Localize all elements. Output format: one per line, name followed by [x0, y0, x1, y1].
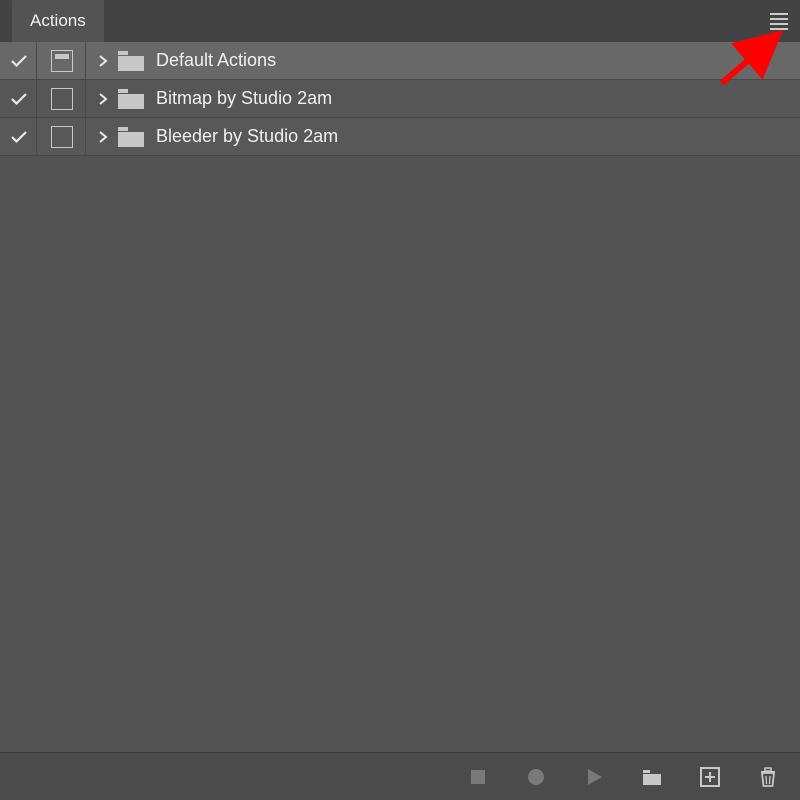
chevron-right-icon[interactable] — [96, 92, 110, 106]
divider — [85, 80, 86, 117]
action-label: Default Actions — [156, 50, 276, 71]
action-label: Bitmap by Studio 2am — [156, 88, 332, 109]
divider — [85, 42, 86, 79]
hamburger-line — [770, 13, 788, 15]
folder-icon — [118, 51, 144, 71]
record-button[interactable] — [522, 763, 550, 791]
play-button[interactable] — [580, 763, 608, 791]
panel-menu-icon[interactable] — [766, 8, 792, 34]
hamburger-line — [770, 23, 788, 25]
checkmark-icon[interactable] — [8, 130, 30, 144]
divider — [36, 42, 37, 79]
divider — [36, 118, 37, 155]
checkmark-icon[interactable] — [8, 54, 30, 68]
dialog-toggle-icon[interactable] — [51, 50, 73, 72]
stop-button[interactable] — [464, 763, 492, 791]
chevron-right-icon[interactable] — [96, 54, 110, 68]
actions-list: Default Actions Bitmap by Studio 2am Ble… — [0, 42, 800, 156]
hamburger-line — [770, 18, 788, 20]
hamburger-line — [770, 28, 788, 30]
new-action-button[interactable] — [696, 763, 724, 791]
divider — [85, 118, 86, 155]
divider — [36, 80, 37, 117]
dialog-toggle-icon[interactable] — [51, 126, 73, 148]
dialog-toggle-icon[interactable] — [51, 88, 73, 110]
action-row[interactable]: Default Actions — [0, 42, 800, 80]
action-label: Bleeder by Studio 2am — [156, 126, 338, 147]
chevron-right-icon[interactable] — [96, 130, 110, 144]
new-set-button[interactable] — [638, 763, 666, 791]
actions-tab[interactable]: Actions — [12, 0, 104, 42]
action-row[interactable]: Bleeder by Studio 2am — [0, 118, 800, 156]
folder-icon — [118, 89, 144, 109]
checkmark-icon[interactable] — [8, 92, 30, 106]
actions-tab-label: Actions — [30, 11, 86, 31]
panel-footer — [0, 752, 800, 800]
delete-button[interactable] — [754, 763, 782, 791]
action-row[interactable]: Bitmap by Studio 2am — [0, 80, 800, 118]
folder-icon — [118, 127, 144, 147]
panel-header: Actions — [0, 0, 800, 42]
